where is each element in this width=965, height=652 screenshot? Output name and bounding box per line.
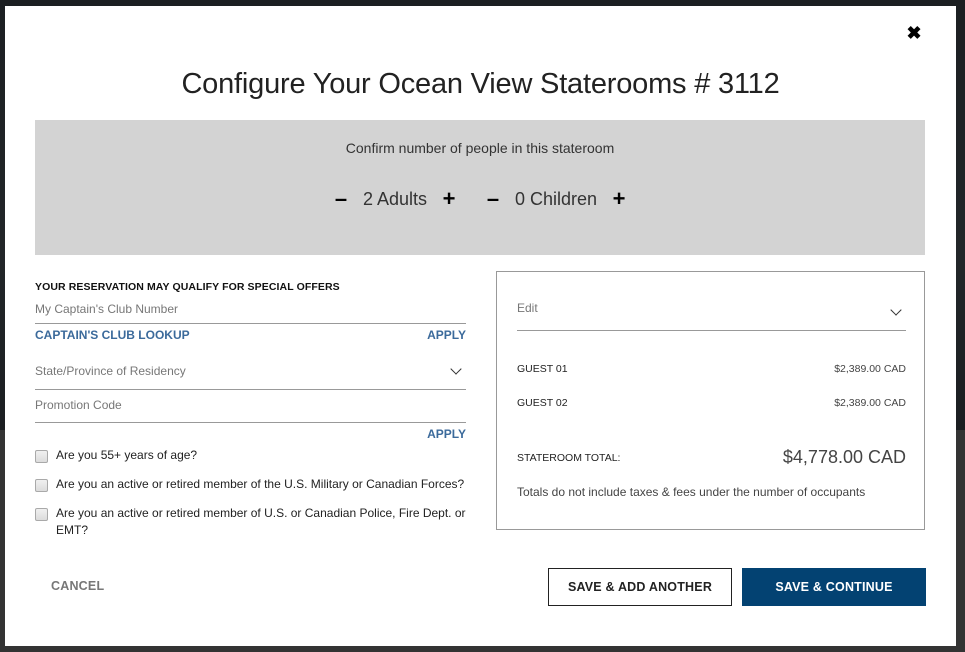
checkbox-row[interactable]: Are you an active or retired member of U…	[35, 505, 466, 539]
close-icon[interactable]: ✖	[905, 23, 923, 43]
save-continue-button[interactable]: SAVE & CONTINUE	[742, 568, 926, 606]
adults-plus-icon[interactable]: +	[439, 188, 459, 210]
modal-title: Configure Your Ocean View Staterooms # 3…	[181, 68, 780, 100]
children-count: 0 Children	[515, 188, 598, 209]
promotion-apply-button[interactable]: APPLY	[427, 425, 466, 443]
stateroom-total-value: $4,778.00 CAD	[782, 447, 906, 467]
residency-select[interactable]: State/Province of Residency	[35, 357, 466, 390]
residency-select-label: State/Province of Residency	[35, 364, 186, 378]
guest-price: $2,389.00 CAD	[834, 363, 906, 375]
special-offers-section: YOUR RESERVATION MAY QUALIFY FOR SPECIAL…	[35, 276, 466, 551]
checkbox-row[interactable]: Are you an active or retired member of t…	[35, 476, 466, 493]
edit-select[interactable]: Edit	[517, 297, 906, 331]
chevron-down-icon	[450, 363, 462, 375]
promotion-code-input[interactable]	[35, 398, 466, 412]
guest-price: $2,389.00 CAD	[834, 397, 906, 409]
captains-club-field	[35, 297, 466, 324]
children-minus-icon[interactable]: –	[483, 188, 503, 210]
price-summary-panel: Edit GUEST 01 $2,389.00 CAD GUEST 02 $2,…	[496, 271, 925, 530]
adults-count: 2 Adults	[362, 188, 427, 209]
first-responder-checkbox[interactable]	[35, 508, 48, 521]
captains-club-input[interactable]	[35, 297, 466, 321]
cancel-button[interactable]: CANCEL	[51, 579, 104, 593]
stateroom-total-row: STATEROOM TOTAL: $4,778.00 CAD	[517, 447, 906, 468]
checkbox-row[interactable]: Are you 55+ years of age?	[35, 447, 466, 464]
military-checkbox[interactable]	[35, 479, 48, 492]
chevron-down-icon	[890, 304, 902, 316]
totals-note: Totals do not include taxes & fees under…	[517, 485, 866, 499]
occupancy-panel: Confirm number of people in this statero…	[35, 120, 925, 255]
children-stepper: – 0 Children +	[483, 188, 629, 210]
guest-row: GUEST 02 $2,389.00 CAD	[517, 397, 906, 409]
promotion-links: APPLY	[35, 425, 466, 443]
adults-stepper: – 2 Adults +	[331, 188, 459, 210]
checkbox-label: Are you an active or retired member of U…	[56, 506, 466, 537]
checkbox-label: Are you an active or retired member of t…	[56, 477, 465, 491]
captains-club-apply-button[interactable]: APPLY	[427, 326, 466, 344]
age-55-checkbox[interactable]	[35, 450, 48, 463]
occupancy-label: Confirm number of people in this statero…	[345, 140, 615, 156]
captains-club-lookup-link[interactable]: CAPTAIN'S CLUB LOOKUP	[35, 326, 190, 344]
edit-select-label: Edit	[517, 301, 538, 315]
configure-stateroom-modal: ✖ Configure Your Ocean View Staterooms #…	[5, 6, 956, 646]
captains-club-links: CAPTAIN'S CLUB LOOKUP APPLY	[35, 326, 466, 344]
children-plus-icon[interactable]: +	[609, 188, 629, 210]
stateroom-total-label: STATEROOM TOTAL:	[517, 451, 621, 464]
offers-heading: YOUR RESERVATION MAY QUALIFY FOR SPECIAL…	[35, 281, 340, 293]
guest-label: GUEST 02	[517, 397, 568, 409]
adults-minus-icon[interactable]: –	[331, 188, 351, 210]
guest-label: GUEST 01	[517, 363, 568, 375]
guest-row: GUEST 01 $2,389.00 CAD	[517, 363, 906, 375]
save-add-another-button[interactable]: SAVE & ADD ANOTHER	[548, 568, 732, 606]
eligibility-checkboxes: Are you 55+ years of age? Are you an act…	[35, 447, 466, 539]
occupancy-steppers: – 2 Adults + – 0 Children +	[35, 186, 925, 212]
checkbox-label: Are you 55+ years of age?	[56, 448, 198, 462]
promotion-code-field	[35, 390, 466, 423]
